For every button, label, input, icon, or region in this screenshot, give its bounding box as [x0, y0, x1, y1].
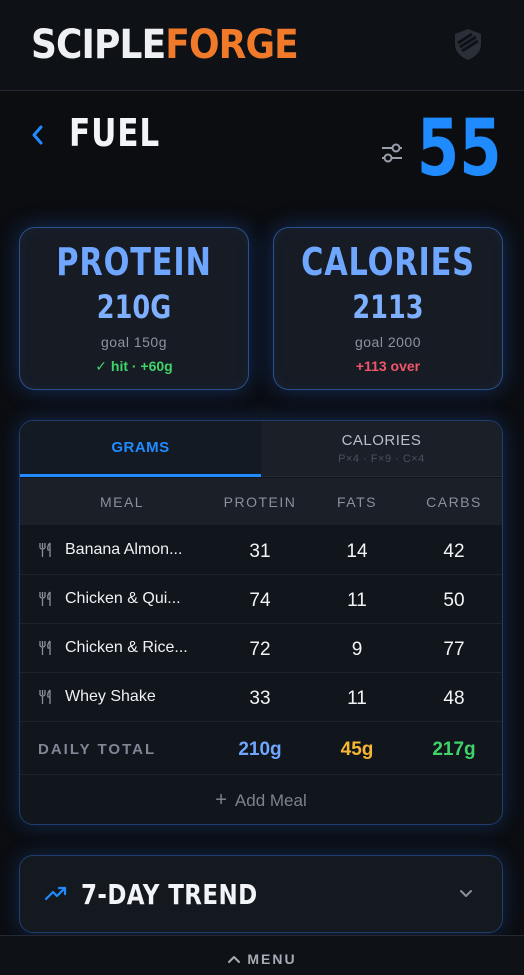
carbs-cell: 77	[443, 639, 465, 660]
protein-cell: 33	[249, 688, 271, 709]
fats-cell: 14	[346, 541, 368, 562]
trending-up-icon	[44, 886, 67, 901]
meal-name: Chicken & Qui...	[65, 590, 181, 607]
daily-total-label: DAILY TOTAL	[38, 741, 157, 758]
meal-name: Whey Shake	[65, 688, 156, 705]
menu-button[interactable]: MENU	[227, 951, 296, 967]
carbs-cell: 42	[443, 541, 465, 562]
protein-status: ✓ hit · +60g	[95, 358, 173, 374]
sliders-icon[interactable]	[378, 140, 406, 166]
carbs-cell: 50	[443, 590, 465, 611]
calories-card: CALORIES 2113 goal 2000 +113 over	[273, 227, 503, 390]
calories-goal: goal 2000	[354, 334, 421, 350]
tab-calories-formula: P×4 · F×9 · C×4	[338, 453, 425, 465]
tab-grams[interactable]: GRAMS	[20, 421, 261, 477]
header-meal: MEAL	[99, 494, 145, 510]
table-row[interactable]: Banana Almon... 31 14 42	[20, 526, 502, 575]
tab-calories-label: CALORIES	[341, 432, 422, 449]
protein-card: PROTEIN 210G goal 150g ✓ hit · +60g	[19, 227, 249, 390]
calories-value: 2113	[352, 288, 424, 326]
meal-name: Banana Almon...	[65, 541, 183, 558]
protein-label: PROTEIN	[56, 240, 212, 284]
protein-goal: goal 150g	[100, 334, 167, 350]
chevron-up-icon	[228, 955, 241, 963]
back-chevron-icon[interactable]	[26, 120, 48, 150]
protein-cell: 74	[249, 590, 271, 611]
fork-knife-icon	[39, 640, 51, 655]
brand-part-2: FORGE	[165, 22, 298, 68]
table-row[interactable]: Whey Shake 33 11 48	[20, 673, 502, 722]
fork-knife-icon	[39, 542, 51, 557]
app-header: SCIPLEFORGE	[0, 0, 524, 91]
brand-logo[interactable]: SCIPLEFORGE	[31, 22, 299, 68]
plus-icon: +	[215, 789, 227, 811]
brand-part-1: SCIPLE	[31, 22, 166, 68]
protein-cell: 72	[249, 639, 271, 660]
table-row[interactable]: Chicken & Rice... 72 9 77	[20, 624, 502, 673]
macro-table-panel: GRAMS CALORIES P×4 · F×9 · C×4 MEAL PROT…	[19, 420, 503, 825]
fuel-score: 55	[417, 104, 502, 194]
chevron-down-icon[interactable]	[458, 888, 474, 900]
header-fats: FATS	[337, 494, 377, 510]
unit-tabs: GRAMS CALORIES P×4 · F×9 · C×4	[20, 421, 502, 477]
trend-label: 7-DAY TREND	[81, 878, 258, 911]
total-carbs: 217g	[432, 739, 476, 760]
menu-label: MENU	[247, 951, 297, 967]
fork-knife-icon	[39, 689, 51, 704]
total-protein: 210g	[238, 739, 282, 760]
daily-total-row: DAILY TOTAL 210g 45g 217g	[20, 723, 502, 775]
table-header: MEAL PROTEIN FATS CARBS	[20, 478, 502, 525]
carbs-cell: 48	[443, 688, 465, 709]
total-fats: 45g	[340, 739, 374, 760]
header-carbs: CARBS	[426, 494, 482, 510]
fats-cell: 11	[347, 688, 367, 709]
tab-calories[interactable]: CALORIES P×4 · F×9 · C×4	[261, 421, 502, 477]
trend-panel[interactable]: 7-DAY TREND	[19, 855, 503, 933]
fork-knife-icon	[39, 591, 51, 606]
table-row[interactable]: Chicken & Qui... 74 11 50	[20, 575, 502, 624]
page-title: FUEL	[69, 111, 161, 155]
header-protein: PROTEIN	[223, 494, 297, 510]
calories-status: +113 over	[355, 358, 421, 374]
shield-icon[interactable]	[450, 26, 486, 62]
fats-cell: 11	[347, 590, 367, 611]
meal-name: Chicken & Rice...	[65, 639, 188, 656]
protein-value: 210G	[96, 288, 172, 326]
bottom-bar: MENU	[0, 935, 524, 975]
add-meal-label: Add Meal	[234, 791, 307, 810]
protein-cell: 31	[249, 541, 271, 562]
tab-grams-label: GRAMS	[111, 439, 170, 456]
add-meal-button[interactable]: + Add Meal	[20, 776, 502, 824]
calories-label: CALORIES	[301, 240, 475, 284]
fats-cell: 9	[351, 639, 363, 660]
